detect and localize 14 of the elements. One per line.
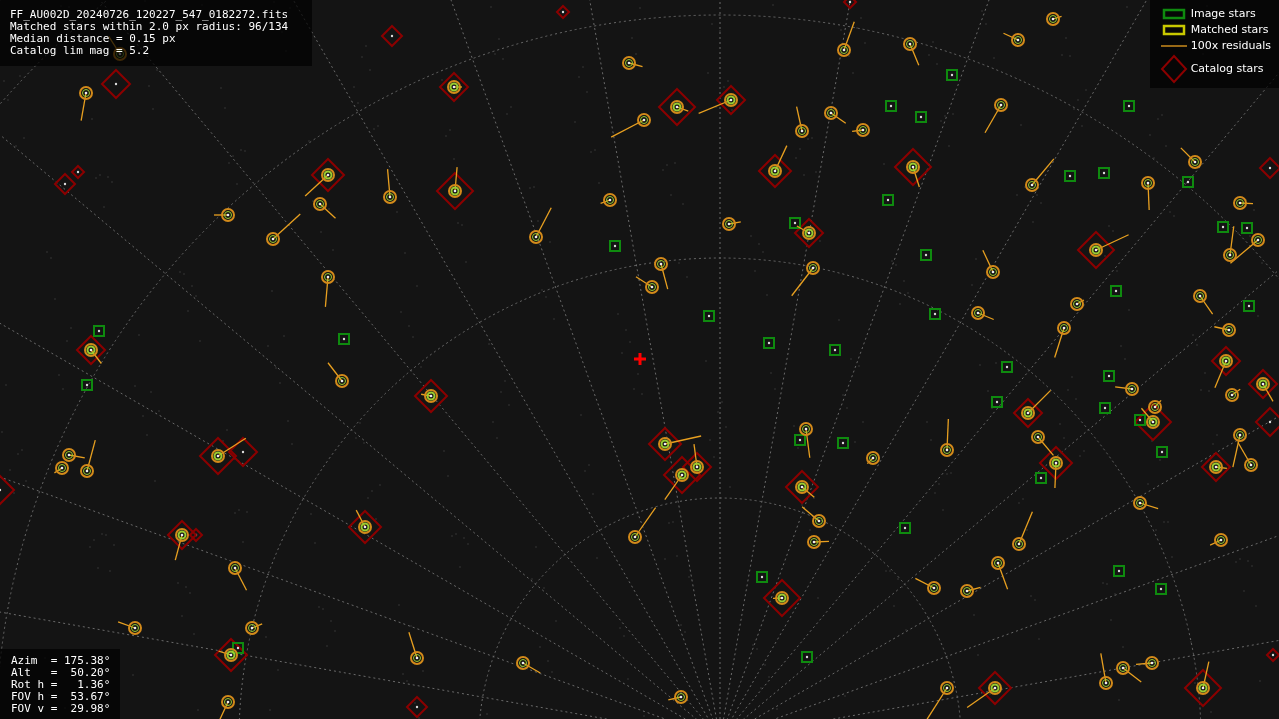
pointing-line: Azim = 175.38° bbox=[11, 655, 112, 667]
legend-label: 100x residuals bbox=[1190, 37, 1271, 54]
pointing-line: FOV h = 53.67° bbox=[11, 691, 112, 703]
legend-label: Image stars bbox=[1190, 5, 1256, 22]
info-line: Catalog lim mag = 5.2 bbox=[10, 45, 151, 57]
pointing-line: Rot h = 1.36° bbox=[11, 679, 112, 691]
legend-label: Matched stars bbox=[1190, 21, 1269, 38]
pointing-line: FOV v = 29.98° bbox=[11, 703, 112, 715]
legend-catalog-star-icon bbox=[1159, 54, 1188, 84]
pointing-line: Alt = 50.20° bbox=[11, 667, 112, 679]
info-line: Median distance = 0.15 px bbox=[10, 33, 177, 45]
legend-label: Catalog stars bbox=[1190, 60, 1264, 77]
info-line: FF_AU002D_20240726_120227_547_0182272.fits bbox=[10, 9, 290, 21]
info-line: Matched stars within 2.0 px radius: 96/134 bbox=[10, 21, 290, 33]
